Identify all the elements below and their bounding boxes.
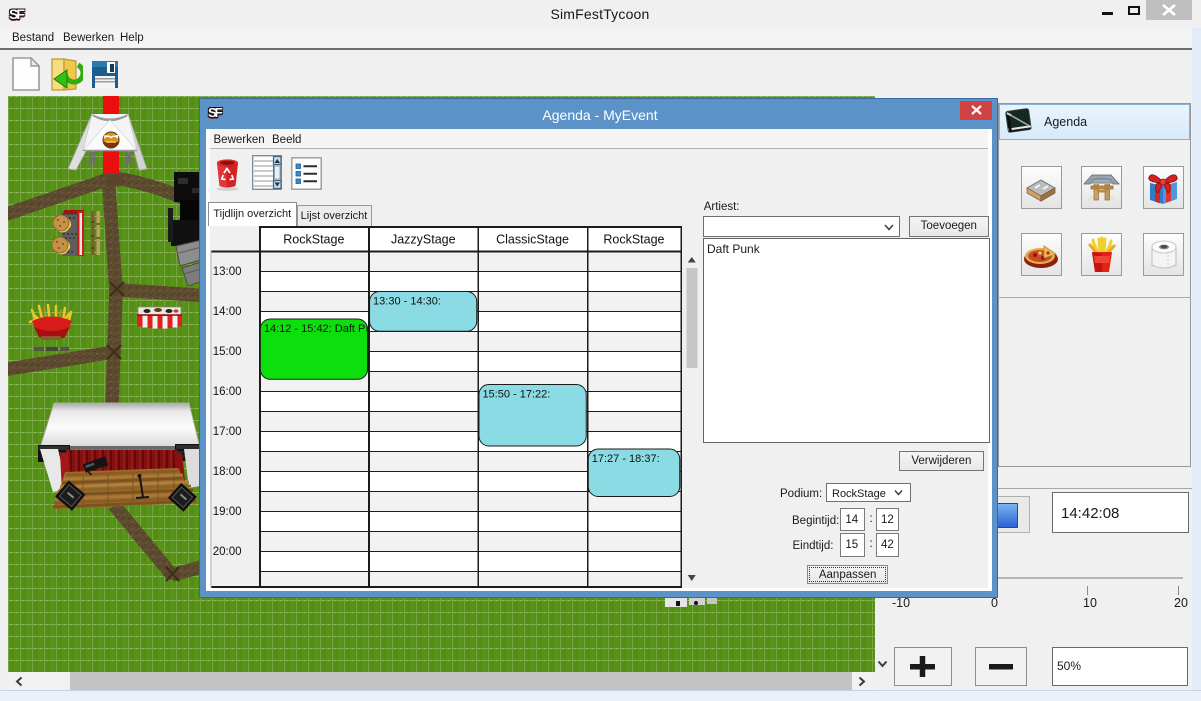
svg-text:ClassicStage: ClassicStage xyxy=(496,233,569,247)
svg-text:17:27 - 18:37:: 17:27 - 18:37: xyxy=(591,453,659,465)
svg-text:14:00: 14:00 xyxy=(212,306,241,318)
svg-text:RockStage: RockStage xyxy=(603,233,664,247)
svg-text:18:00: 18:00 xyxy=(212,466,241,478)
svg-text:13:00: 13:00 xyxy=(212,266,241,278)
svg-text:JazzyStage: JazzyStage xyxy=(390,233,455,247)
svg-text:RockStage: RockStage xyxy=(283,233,344,247)
svg-text:15:50 - 17:22:: 15:50 - 17:22: xyxy=(482,389,550,401)
svg-text:20:00: 20:00 xyxy=(212,546,241,558)
svg-text:15:00: 15:00 xyxy=(212,346,241,358)
svg-text:19:00: 19:00 xyxy=(212,506,241,518)
svg-text:13:30 - 14:30:: 13:30 - 14:30: xyxy=(373,296,441,308)
svg-text:14:12 - 15:42: Daft Punk: 14:12 - 15:42: Daft Punk xyxy=(263,323,383,335)
svg-text:16:00: 16:00 xyxy=(212,386,241,398)
svg-text:17:00: 17:00 xyxy=(212,426,241,438)
